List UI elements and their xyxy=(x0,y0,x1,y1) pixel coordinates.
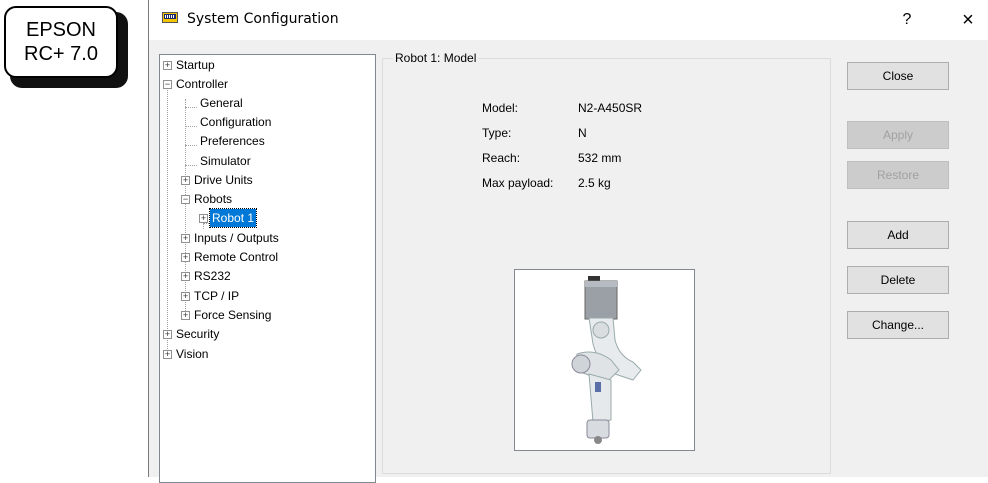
title-bar[interactable]: System Configuration ? × xyxy=(149,0,988,40)
robot-image xyxy=(514,269,695,451)
plus-box-icon[interactable]: + xyxy=(163,330,172,339)
tree-item-rs232[interactable]: + RS232 xyxy=(160,267,360,285)
tree-item-configuration[interactable]: Configuration xyxy=(160,113,360,131)
plus-box-icon[interactable]: + xyxy=(163,350,172,359)
tree-item-label-selected[interactable]: Robot 1 xyxy=(208,208,258,228)
plus-box-icon[interactable]: + xyxy=(163,61,172,70)
tree-item-robot-1[interactable]: + Robot 1 xyxy=(160,208,360,228)
plus-box-icon[interactable]: + xyxy=(181,311,190,320)
badge-line-2: RC+ 7.0 xyxy=(24,43,98,65)
tree-item-label[interactable]: Remote Control xyxy=(192,248,280,266)
tree-item-controller[interactable]: − Controller xyxy=(160,75,360,93)
system-configuration-window: System Configuration ? × + Startup − Con… xyxy=(148,0,988,483)
badge-face: EPSON RC+ 7.0 xyxy=(4,6,118,78)
robot-model-group-title: Robot 1: Model xyxy=(393,51,479,65)
close-button[interactable]: Close xyxy=(847,62,949,90)
reach-value: 532 mm xyxy=(578,151,622,165)
tree-item-startup[interactable]: + Startup xyxy=(160,56,360,74)
tree-item-label[interactable]: RS232 xyxy=(192,267,233,285)
tree-item-security[interactable]: + Security xyxy=(160,325,360,343)
max-payload-value: 2.5 kg xyxy=(578,176,611,190)
tree-item-label[interactable]: Configuration xyxy=(198,113,273,131)
tree-item-label[interactable]: Drive Units xyxy=(192,171,255,189)
dialog-client-area: + Startup − Controller General Configura… xyxy=(149,40,988,483)
plus-box-icon[interactable]: + xyxy=(181,253,190,262)
minus-box-icon[interactable]: − xyxy=(163,80,172,89)
delete-button[interactable]: Delete xyxy=(847,266,949,294)
tree-item-label[interactable]: Startup xyxy=(174,56,217,74)
tree-item-general[interactable]: General xyxy=(160,94,360,112)
tree-item-tcp-ip[interactable]: + TCP / IP xyxy=(160,287,360,305)
tree-item-label[interactable]: Inputs / Outputs xyxy=(192,229,281,247)
tree-item-remote-control[interactable]: + Remote Control xyxy=(160,248,360,266)
type-label: Type: xyxy=(482,126,512,140)
tree-item-inputs-outputs[interactable]: + Inputs / Outputs xyxy=(160,229,360,247)
badge-line-1: EPSON xyxy=(25,19,97,41)
tree-item-label[interactable]: Preferences xyxy=(198,132,267,150)
tree-item-label[interactable]: Robots xyxy=(192,190,234,208)
model-value: N2-A450SR xyxy=(578,101,643,115)
tree-item-force-sensing[interactable]: + Force Sensing xyxy=(160,306,360,324)
type-value: N xyxy=(578,126,587,140)
model-label: Model: xyxy=(482,101,519,115)
tree-item-drive-units[interactable]: + Drive Units xyxy=(160,171,360,189)
change-button[interactable]: Change... xyxy=(847,311,949,339)
add-button[interactable]: Add xyxy=(847,221,949,249)
reach-label: Reach: xyxy=(482,151,521,165)
tree-item-label[interactable]: Simulator xyxy=(198,152,253,170)
plus-box-icon[interactable]: + xyxy=(181,272,190,281)
tree-item-label[interactable]: General xyxy=(198,94,245,112)
configuration-tree[interactable]: + Startup − Controller General Configura… xyxy=(159,54,376,483)
plus-box-icon[interactable]: + xyxy=(199,214,208,223)
tree-item-simulator[interactable]: Simulator xyxy=(160,152,360,170)
tree-item-vision[interactable]: + Vision xyxy=(160,345,360,363)
tree-item-label[interactable]: Force Sensing xyxy=(192,306,273,324)
tree-item-label[interactable]: TCP / IP xyxy=(192,287,241,305)
close-window-button[interactable]: × xyxy=(954,6,982,34)
minus-box-icon[interactable]: − xyxy=(181,195,190,204)
restore-button[interactable]: Restore xyxy=(847,161,949,189)
monitor-icon xyxy=(162,12,178,23)
help-button[interactable]: ? xyxy=(895,6,919,34)
max-payload-label: Max payload: xyxy=(482,176,554,190)
plus-box-icon[interactable]: + xyxy=(181,176,190,185)
epson-rc-badge: EPSON RC+ 7.0 xyxy=(4,6,128,88)
plus-box-icon[interactable]: + xyxy=(181,234,190,243)
tree-item-preferences[interactable]: Preferences xyxy=(160,132,360,150)
window-title: System Configuration xyxy=(187,11,339,27)
plus-box-icon[interactable]: + xyxy=(181,292,190,301)
robot-arm-illustration xyxy=(571,276,642,444)
tree-item-label[interactable]: Controller xyxy=(174,75,230,93)
tree-item-robots[interactable]: − Robots xyxy=(160,190,360,208)
tree-item-label[interactable]: Vision xyxy=(174,345,210,363)
tree-item-label[interactable]: Security xyxy=(174,325,221,343)
apply-button[interactable]: Apply xyxy=(847,121,949,149)
